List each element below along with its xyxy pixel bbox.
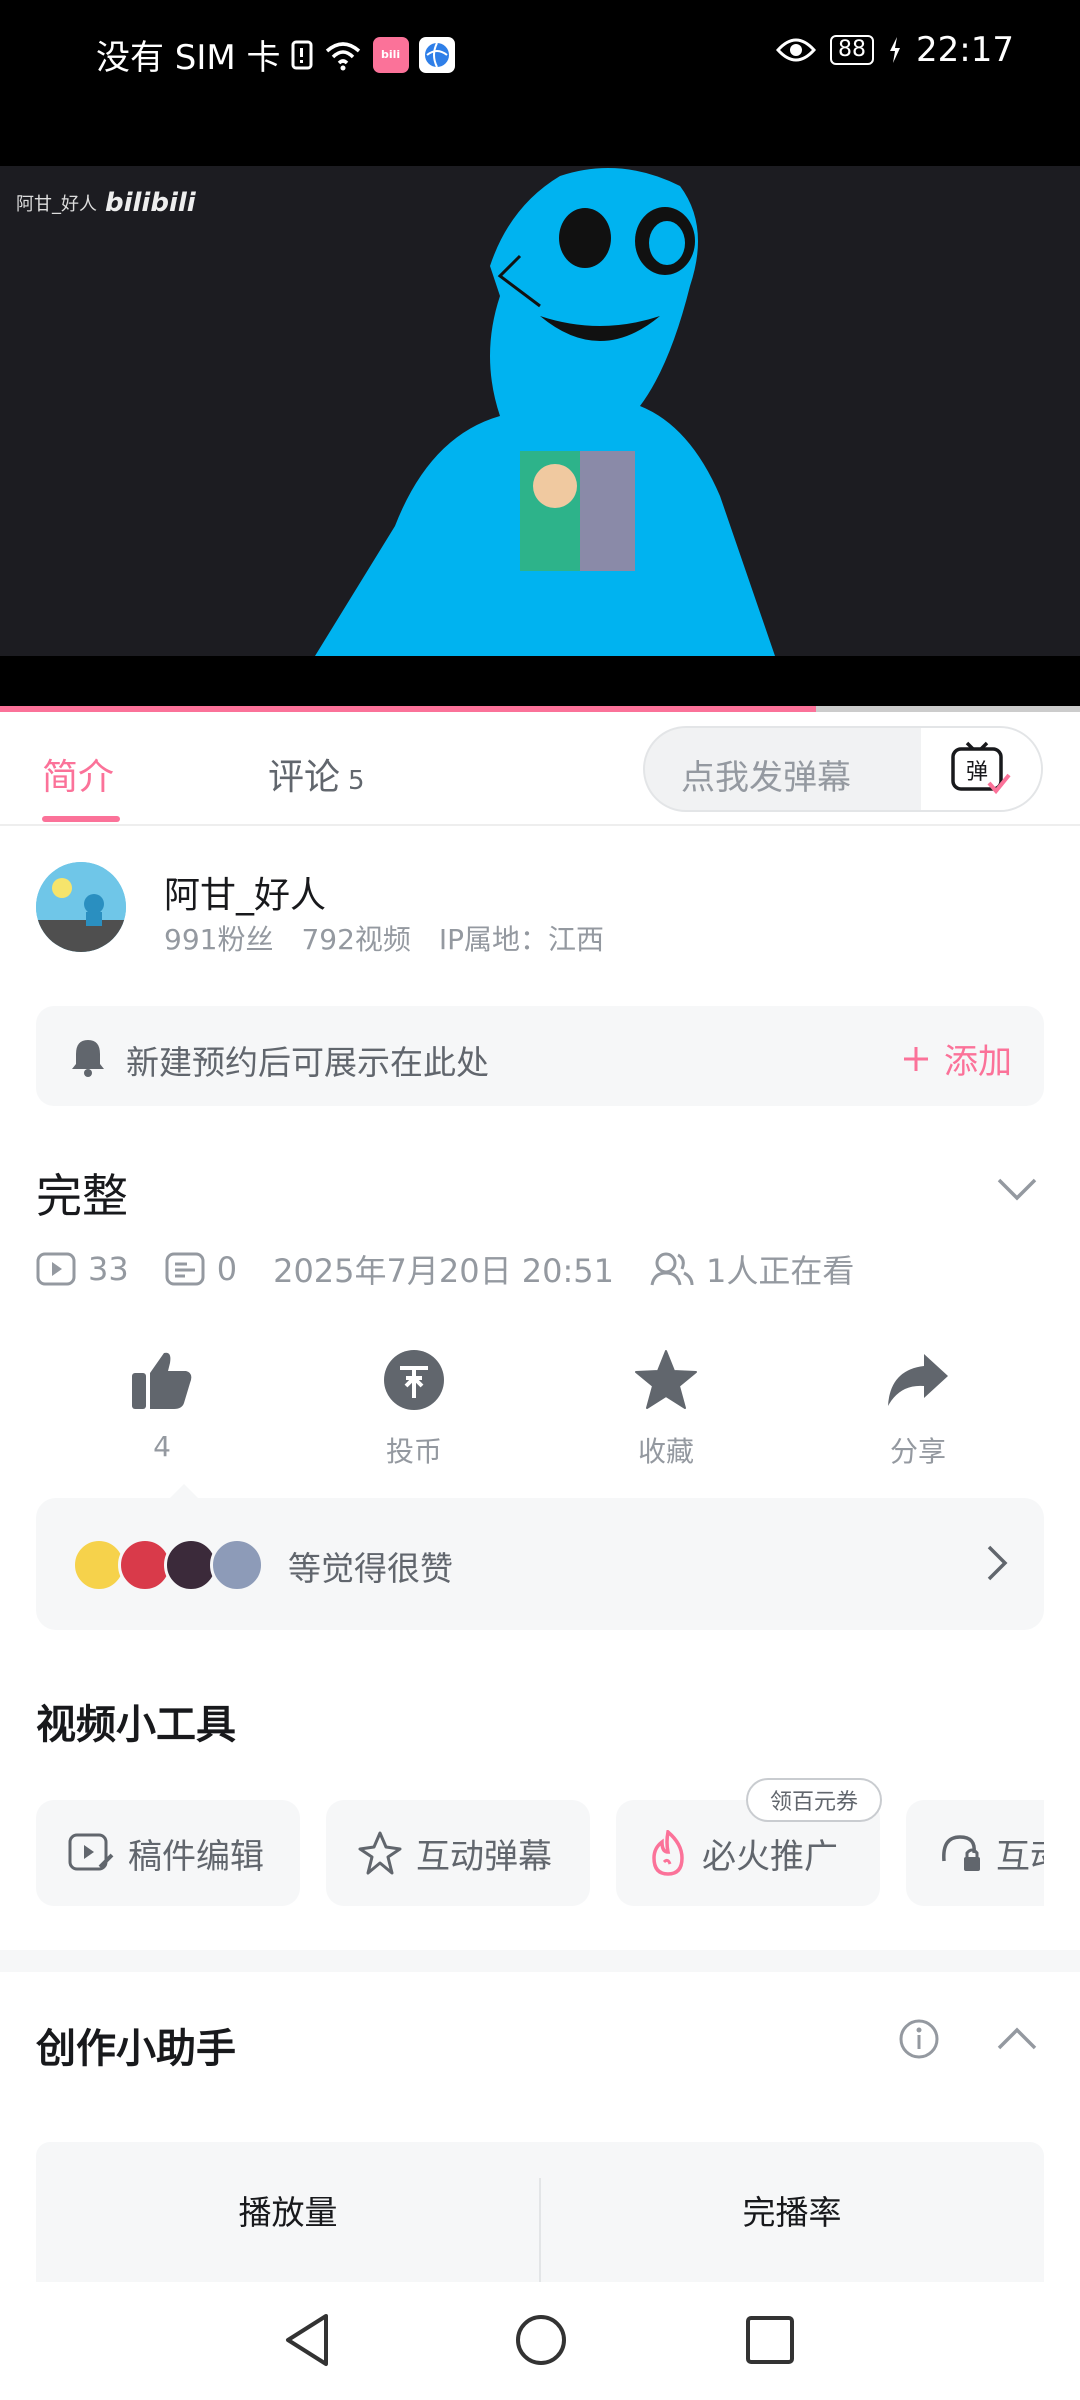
liker-avatar	[210, 1538, 264, 1592]
coupon-badge: 领百元券	[746, 1778, 883, 1822]
tab-comments[interactable]: 评论 5	[268, 748, 365, 800]
likers-card[interactable]: 等觉得很赞	[36, 1484, 1044, 1630]
metric-completion-label: 完播率	[742, 2193, 842, 2232]
danmaku-icon: 弹	[951, 741, 1011, 795]
coin-button[interactable]: 投币	[334, 1344, 494, 1470]
tool-interactive-label: 互动弹幕	[416, 1836, 552, 1877]
like-icon	[132, 1352, 192, 1409]
edit-icon	[68, 1833, 114, 1871]
like-button[interactable]: 4	[82, 1344, 242, 1463]
metric-plays-label: 播放量	[238, 2193, 338, 2232]
tab-bar: 简介 评论 5 点我发弹幕 弹	[0, 712, 1080, 826]
tab-intro[interactable]: 简介	[42, 748, 114, 800]
tool-interactive-more-label: 互动	[996, 1836, 1044, 1877]
carrier-text: 没有 SIM 卡	[96, 38, 281, 78]
fire-icon	[652, 1830, 684, 1876]
play-count: 33	[88, 1250, 129, 1288]
action-row: 4 投币 收藏 分享	[0, 1344, 1080, 1474]
liker-avatars	[72, 1538, 264, 1592]
uploader-fans: 991粉丝	[164, 923, 274, 956]
chevron-down-icon[interactable]	[996, 1176, 1038, 1206]
uploader-ip: IP属地：江西	[438, 923, 605, 956]
chevron-right-icon	[986, 1544, 1008, 1586]
avatar[interactable]	[36, 862, 126, 952]
publish-date: 2025年7月20日 20:51	[273, 1252, 614, 1290]
watching-count: 1人正在看	[706, 1252, 855, 1290]
system-nav-bar	[0, 2284, 1080, 2400]
section-divider	[0, 1950, 1080, 1972]
video-content-image	[315, 168, 775, 656]
assistant-metrics: 播放量 33 完播率	[36, 2142, 1044, 2282]
status-bar: 没有 SIM 卡 bili 88 22:17	[0, 0, 1080, 106]
tools-row: 稿件编辑 互动弹幕 必火推广 互动	[0, 1800, 1044, 1910]
tab-comments-count: 5	[348, 766, 365, 796]
share-label: 分享	[889, 1435, 946, 1468]
tab-active-indicator	[42, 816, 120, 822]
reservation-add-label: 添加	[944, 1042, 1012, 1082]
tool-interactive-danmaku-button[interactable]: 互动弹幕	[326, 1800, 590, 1906]
charging-icon	[888, 37, 902, 63]
recents-icon[interactable]	[744, 2312, 796, 2372]
battery-icon: 88	[830, 35, 875, 65]
likers-text: 等觉得很赞	[288, 1549, 453, 1588]
metric-completion: 完播率	[540, 2186, 1044, 2234]
share-button[interactable]: 分享	[838, 1344, 998, 1470]
watching-icon	[650, 1252, 694, 1286]
tool-interactive-more-button[interactable]: 互动	[906, 1800, 1044, 1906]
share-icon	[888, 1354, 948, 1406]
video-title: 完整	[36, 1169, 128, 1223]
tool-promote-label: 必火推广	[702, 1836, 838, 1877]
assistant-heading: 创作小助手	[36, 2026, 236, 2072]
likers-notch	[170, 1484, 198, 1498]
tool-edit-button[interactable]: 稿件编辑	[36, 1800, 300, 1906]
bell-icon	[68, 1036, 108, 1082]
uploader-row[interactable]: 阿甘_好人 991粉丝 792视频 IP属地：江西	[0, 858, 1080, 958]
back-icon[interactable]	[282, 2312, 334, 2372]
coin-icon	[384, 1350, 444, 1410]
interactive-icon	[358, 1831, 402, 1875]
info-icon[interactable]	[898, 2018, 940, 2064]
danmaku-count: 0	[216, 1250, 238, 1288]
plus-icon	[904, 1046, 928, 1071]
assistant-controls	[898, 2018, 1038, 2064]
tab-comments-label: 评论	[268, 757, 341, 798]
video-player[interactable]: 阿甘_好人 bilibili	[0, 106, 1080, 712]
danmaku-toggle-button[interactable]: 弹	[921, 728, 1041, 810]
coin-label: 投币	[385, 1435, 442, 1468]
danmaku-icon-label: 弹	[966, 760, 988, 785]
eye-icon	[776, 36, 817, 64]
chevron-up-icon[interactable]	[996, 2026, 1038, 2056]
tools-heading: 视频小工具	[36, 1702, 236, 1748]
metric-plays-value: 33	[36, 2274, 540, 2282]
danmaku-count-icon	[165, 1252, 205, 1286]
wifi-icon	[323, 39, 363, 71]
home-icon[interactable]	[514, 2312, 568, 2372]
sim-icon	[291, 40, 313, 70]
bilibili-notification-icon: bili	[372, 36, 409, 73]
uploader-meta: 991粉丝 792视频 IP属地：江西	[164, 918, 604, 958]
favorite-button[interactable]: 收藏	[586, 1344, 746, 1470]
like-count: 4	[153, 1430, 171, 1463]
tool-edit-label: 稿件编辑	[128, 1836, 264, 1877]
video-stats: 33 0 2025年7月20日 20:51 1人正在看	[36, 1246, 854, 1292]
play-count-icon	[36, 1252, 76, 1286]
reservation-banner: 新建预约后可展示在此处 添加	[36, 1006, 1044, 1106]
danmaku-placeholder: 点我发弹幕	[681, 758, 851, 798]
clock: 22:17	[916, 30, 1014, 70]
star-icon	[635, 1350, 697, 1409]
reservation-text: 新建预约后可展示在此处	[126, 1043, 489, 1082]
reservation-add-button[interactable]: 添加	[902, 1034, 1012, 1083]
metric-plays: 播放量 33	[36, 2186, 540, 2282]
favorite-label: 收藏	[637, 1435, 694, 1468]
browser-notification-icon	[418, 36, 455, 73]
video-frame[interactable]: 阿甘_好人 bilibili	[0, 166, 1080, 656]
lock-icon	[942, 1835, 980, 1871]
uploader-name[interactable]: 阿甘_好人	[164, 866, 326, 918]
uploader-videos: 792视频	[301, 923, 411, 956]
danmaku-input[interactable]: 点我发弹幕 弹	[643, 726, 1043, 812]
